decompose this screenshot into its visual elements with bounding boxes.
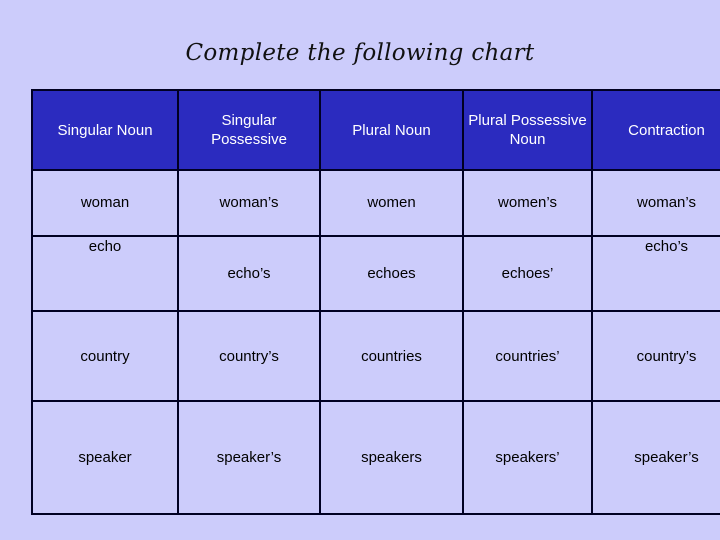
cell-contraction: echo’s [591, 234, 720, 313]
cell-plural-possessive-noun: women’s [462, 169, 593, 237]
grammar-chart-table: Singular Noun Singular Possessive Plural… [31, 89, 720, 515]
table-row: echo echo’s echoes echoes’ echo’s [31, 234, 720, 313]
table-row: speaker speaker’s speakers speakers’ spe… [31, 400, 720, 515]
cell-plural-noun: countries [319, 310, 464, 403]
cell-contraction: speaker’s [591, 400, 720, 515]
column-header-singular-possessive: Singular Possessive [177, 89, 321, 171]
cell-plural-noun: echoes [319, 234, 464, 313]
slide-canvas: Complete the following chart Singular No… [0, 0, 720, 540]
cell-contraction: woman’s [591, 169, 720, 237]
table-row: country country’s countries countries’ c… [31, 310, 720, 403]
cell-singular-possessive: woman’s [177, 169, 321, 237]
cell-contraction: country’s [591, 310, 720, 403]
column-header-plural-noun: Plural Noun [319, 89, 464, 171]
column-header-plural-possessive-noun: Plural Possessive Noun [462, 89, 593, 171]
cell-plural-possessive-noun: countries’ [462, 310, 593, 403]
cell-plural-noun: speakers [319, 400, 464, 515]
cell-plural-possessive-noun: echoes’ [462, 234, 593, 313]
table-row: woman woman’s women women’s woman’s [31, 169, 720, 237]
cell-singular-possessive: speaker’s [177, 400, 321, 515]
cell-singular-possessive: country’s [177, 310, 321, 403]
cell-plural-noun: women [319, 169, 464, 237]
page-title: Complete the following chart [185, 40, 535, 66]
cell-singular-noun: echo [31, 234, 179, 313]
table-header: Singular Noun Singular Possessive Plural… [31, 89, 720, 171]
table-body: woman woman’s women women’s woman’s echo… [31, 169, 720, 515]
cell-singular-noun: speaker [31, 400, 179, 515]
column-header-contraction: Contraction [591, 89, 720, 171]
cell-singular-noun: woman [31, 169, 179, 237]
table-header-row: Singular Noun Singular Possessive Plural… [31, 89, 720, 171]
cell-plural-possessive-noun: speakers’ [462, 400, 593, 515]
column-header-singular-noun: Singular Noun [31, 89, 179, 171]
cell-singular-possessive: echo’s [177, 234, 321, 313]
cell-singular-noun: country [31, 310, 179, 403]
